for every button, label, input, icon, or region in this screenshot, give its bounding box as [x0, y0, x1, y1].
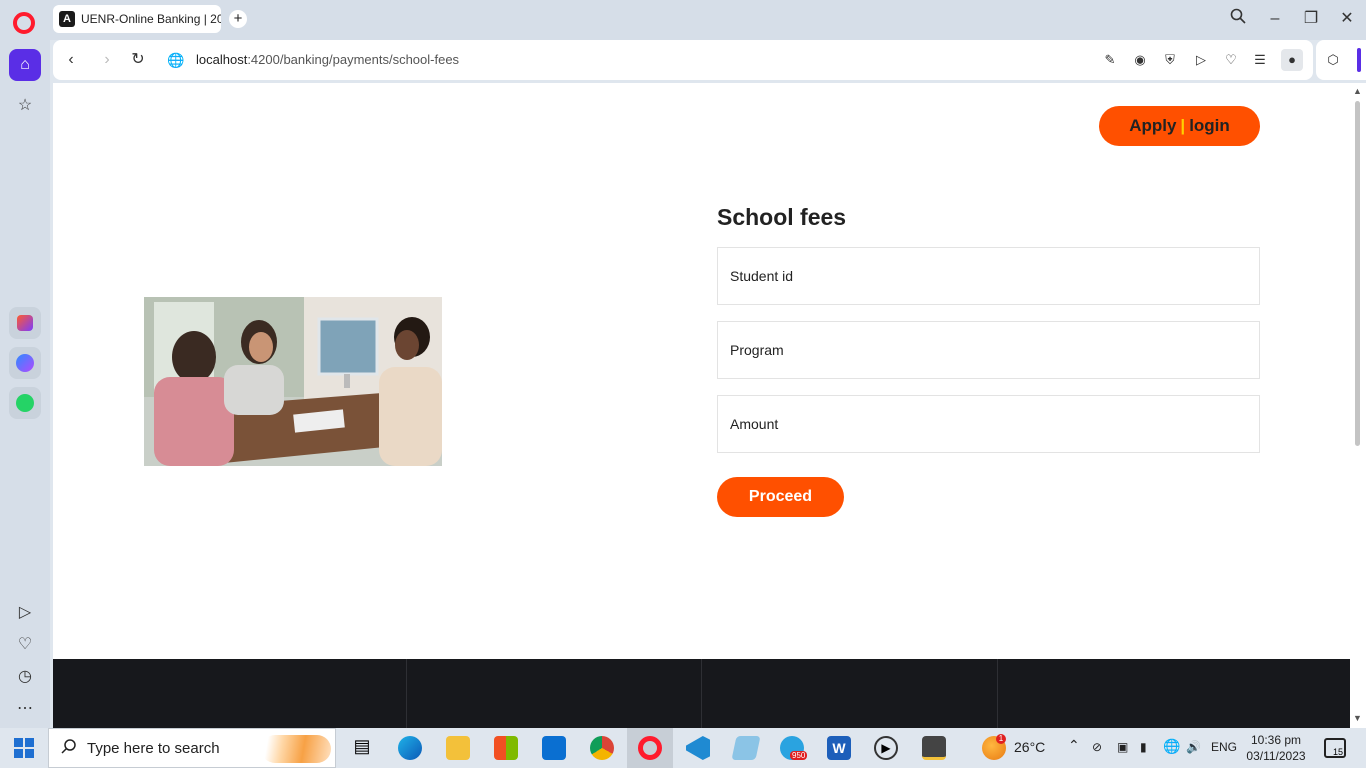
telegram-badge: 950 [790, 751, 808, 760]
consultation-photo [144, 297, 442, 466]
page-scrollbar[interactable]: ▲ ▼ [1350, 83, 1366, 728]
taskbar-search-placeholder: Type here to search [87, 739, 220, 757]
opera-logo-icon[interactable] [13, 12, 35, 34]
telegram-icon[interactable]: 950 [780, 736, 808, 760]
messenger-icon[interactable] [9, 347, 41, 379]
word-icon[interactable]: W [827, 736, 851, 760]
meet-icon[interactable]: ▣ [1117, 740, 1128, 754]
scroll-down-icon[interactable]: ▼ [1353, 713, 1362, 723]
taskbar-search[interactable]: Type here to search [48, 728, 336, 768]
home-icon[interactable]: ⌂ [9, 49, 41, 81]
browser-titlebar: A UENR-Online Banking | 20 + – ❐ ✕ [0, 0, 1366, 40]
notification-center-icon[interactable]: 15 [1324, 738, 1346, 758]
footer-divider [406, 659, 407, 728]
forward-icon[interactable]: › [97, 50, 117, 70]
vscode-icon[interactable] [686, 736, 710, 760]
reload-icon[interactable]: ↻ [128, 50, 148, 70]
minimize-icon[interactable]: – [1263, 8, 1287, 30]
profile-icon[interactable]: ● [1281, 49, 1303, 71]
chrome-icon[interactable] [590, 736, 614, 760]
notification-count: 15 [1332, 747, 1343, 757]
whatsapp-icon[interactable] [9, 387, 41, 419]
angular-favicon-icon: A [59, 11, 75, 27]
program-input[interactable] [717, 321, 1260, 379]
form-title: School fees [717, 204, 847, 230]
search-highlight-art [261, 735, 331, 763]
apply-login-button[interactable]: Apply | login [1099, 106, 1260, 146]
aria-app-icon[interactable] [9, 307, 41, 339]
amount-input[interactable] [717, 395, 1260, 453]
web-page: Apply | login School fees Student id Pro… [53, 83, 1350, 728]
globe-network-icon[interactable]: 🌐 [1163, 738, 1180, 755]
send-icon[interactable]: ▷ [1192, 51, 1210, 69]
taskbar-clock[interactable]: 10:36 pm 03/11/2023 [1244, 732, 1308, 764]
edge-icon[interactable] [398, 736, 422, 760]
close-icon[interactable]: ✕ [1335, 8, 1359, 30]
opera-taskbar-icon[interactable] [638, 736, 662, 760]
tab-title: UENR-Online Banking | 20 [81, 12, 221, 26]
windows-taskbar: Type here to search ▤ 950 W ▶ 1 26°C ⌃ ⊘… [0, 728, 1366, 768]
restore-icon[interactable]: ❐ [1299, 8, 1323, 30]
search-tabs-icon[interactable] [1226, 8, 1250, 30]
back-icon[interactable]: ‹ [61, 50, 81, 70]
footer-divider [997, 659, 998, 728]
clock-time: 10:36 pm [1250, 733, 1302, 747]
weather-icon[interactable]: 1 [982, 734, 1006, 760]
page-footer [53, 659, 1350, 728]
battery-icon[interactable]: ▮ [1140, 740, 1147, 754]
camera-icon[interactable]: ◉ [1131, 51, 1149, 69]
url-field[interactable]: localhost:4200/banking/payments/school-f… [196, 52, 459, 67]
footer-divider [701, 659, 702, 728]
language-indicator[interactable]: ENG [1211, 740, 1237, 754]
search-icon [61, 738, 77, 758]
store-icon[interactable] [494, 736, 518, 760]
proceed-button[interactable]: Proceed [717, 477, 844, 517]
new-tab-icon[interactable]: + [229, 10, 247, 28]
history-clock-icon[interactable]: ◷ [9, 660, 41, 692]
sidebar-toggle-indicator[interactable] [1357, 48, 1361, 72]
more-icon[interactable]: ⋯ [9, 692, 41, 724]
extensions-cube-icon[interactable]: ⬡ [1324, 51, 1342, 69]
screen: A UENR-Online Banking | 20 + – ❐ ✕ ⌂ ☆ ▷… [0, 0, 1366, 768]
adblock-shield-icon[interactable]: ⛨ [1161, 51, 1179, 69]
weather-temp[interactable]: 26°C [1014, 739, 1045, 755]
url-host: localhost [196, 52, 248, 67]
student-id-input[interactable] [717, 247, 1260, 305]
favorite-heart-icon[interactable]: ♡ [1222, 51, 1240, 69]
media-player-icon[interactable]: ▶ [874, 736, 898, 760]
player-icon[interactable]: ▷ [9, 596, 41, 628]
bookmarks-star-icon[interactable]: ☆ [9, 89, 41, 121]
task-view-icon[interactable]: ▤ [350, 736, 374, 760]
apply-login-separator: | [1180, 116, 1186, 135]
apply-link[interactable]: Apply [1129, 116, 1176, 136]
network-off-icon[interactable]: ⊘ [1092, 740, 1102, 754]
weather-badge: 1 [996, 734, 1006, 744]
url-path: :4200/banking/payments/school-fees [247, 52, 460, 67]
clipboard-app-icon[interactable] [922, 736, 946, 760]
extensions-area: ⬡ [1316, 40, 1366, 80]
windows-start-icon[interactable] [14, 738, 34, 758]
notepad-icon[interactable] [731, 736, 761, 760]
opera-sidebar: ⌂ ☆ ▷ ♡ ◷ ⋯ [0, 40, 50, 728]
login-link[interactable]: login [1189, 116, 1230, 136]
address-bar: ‹ › ↻ 🌐 localhost:4200/banking/payments/… [53, 40, 1313, 80]
volume-icon[interactable]: 🔊 [1186, 740, 1201, 754]
globe-icon: 🌐 [167, 52, 185, 68]
browser-tab[interactable]: A UENR-Online Banking | 20 [53, 5, 221, 33]
scroll-thumb[interactable] [1355, 101, 1360, 446]
heart-icon[interactable]: ♡ [9, 628, 41, 660]
file-explorer-icon[interactable] [446, 736, 470, 760]
edit-page-icon[interactable]: ✎ [1101, 51, 1119, 69]
tray-chevron-up-icon[interactable]: ⌃ [1068, 737, 1080, 754]
mail-icon[interactable] [542, 736, 566, 760]
easy-setup-icon[interactable]: ☰ [1251, 51, 1269, 69]
scroll-up-icon[interactable]: ▲ [1353, 86, 1362, 96]
clock-date: 03/11/2023 [1246, 749, 1306, 763]
